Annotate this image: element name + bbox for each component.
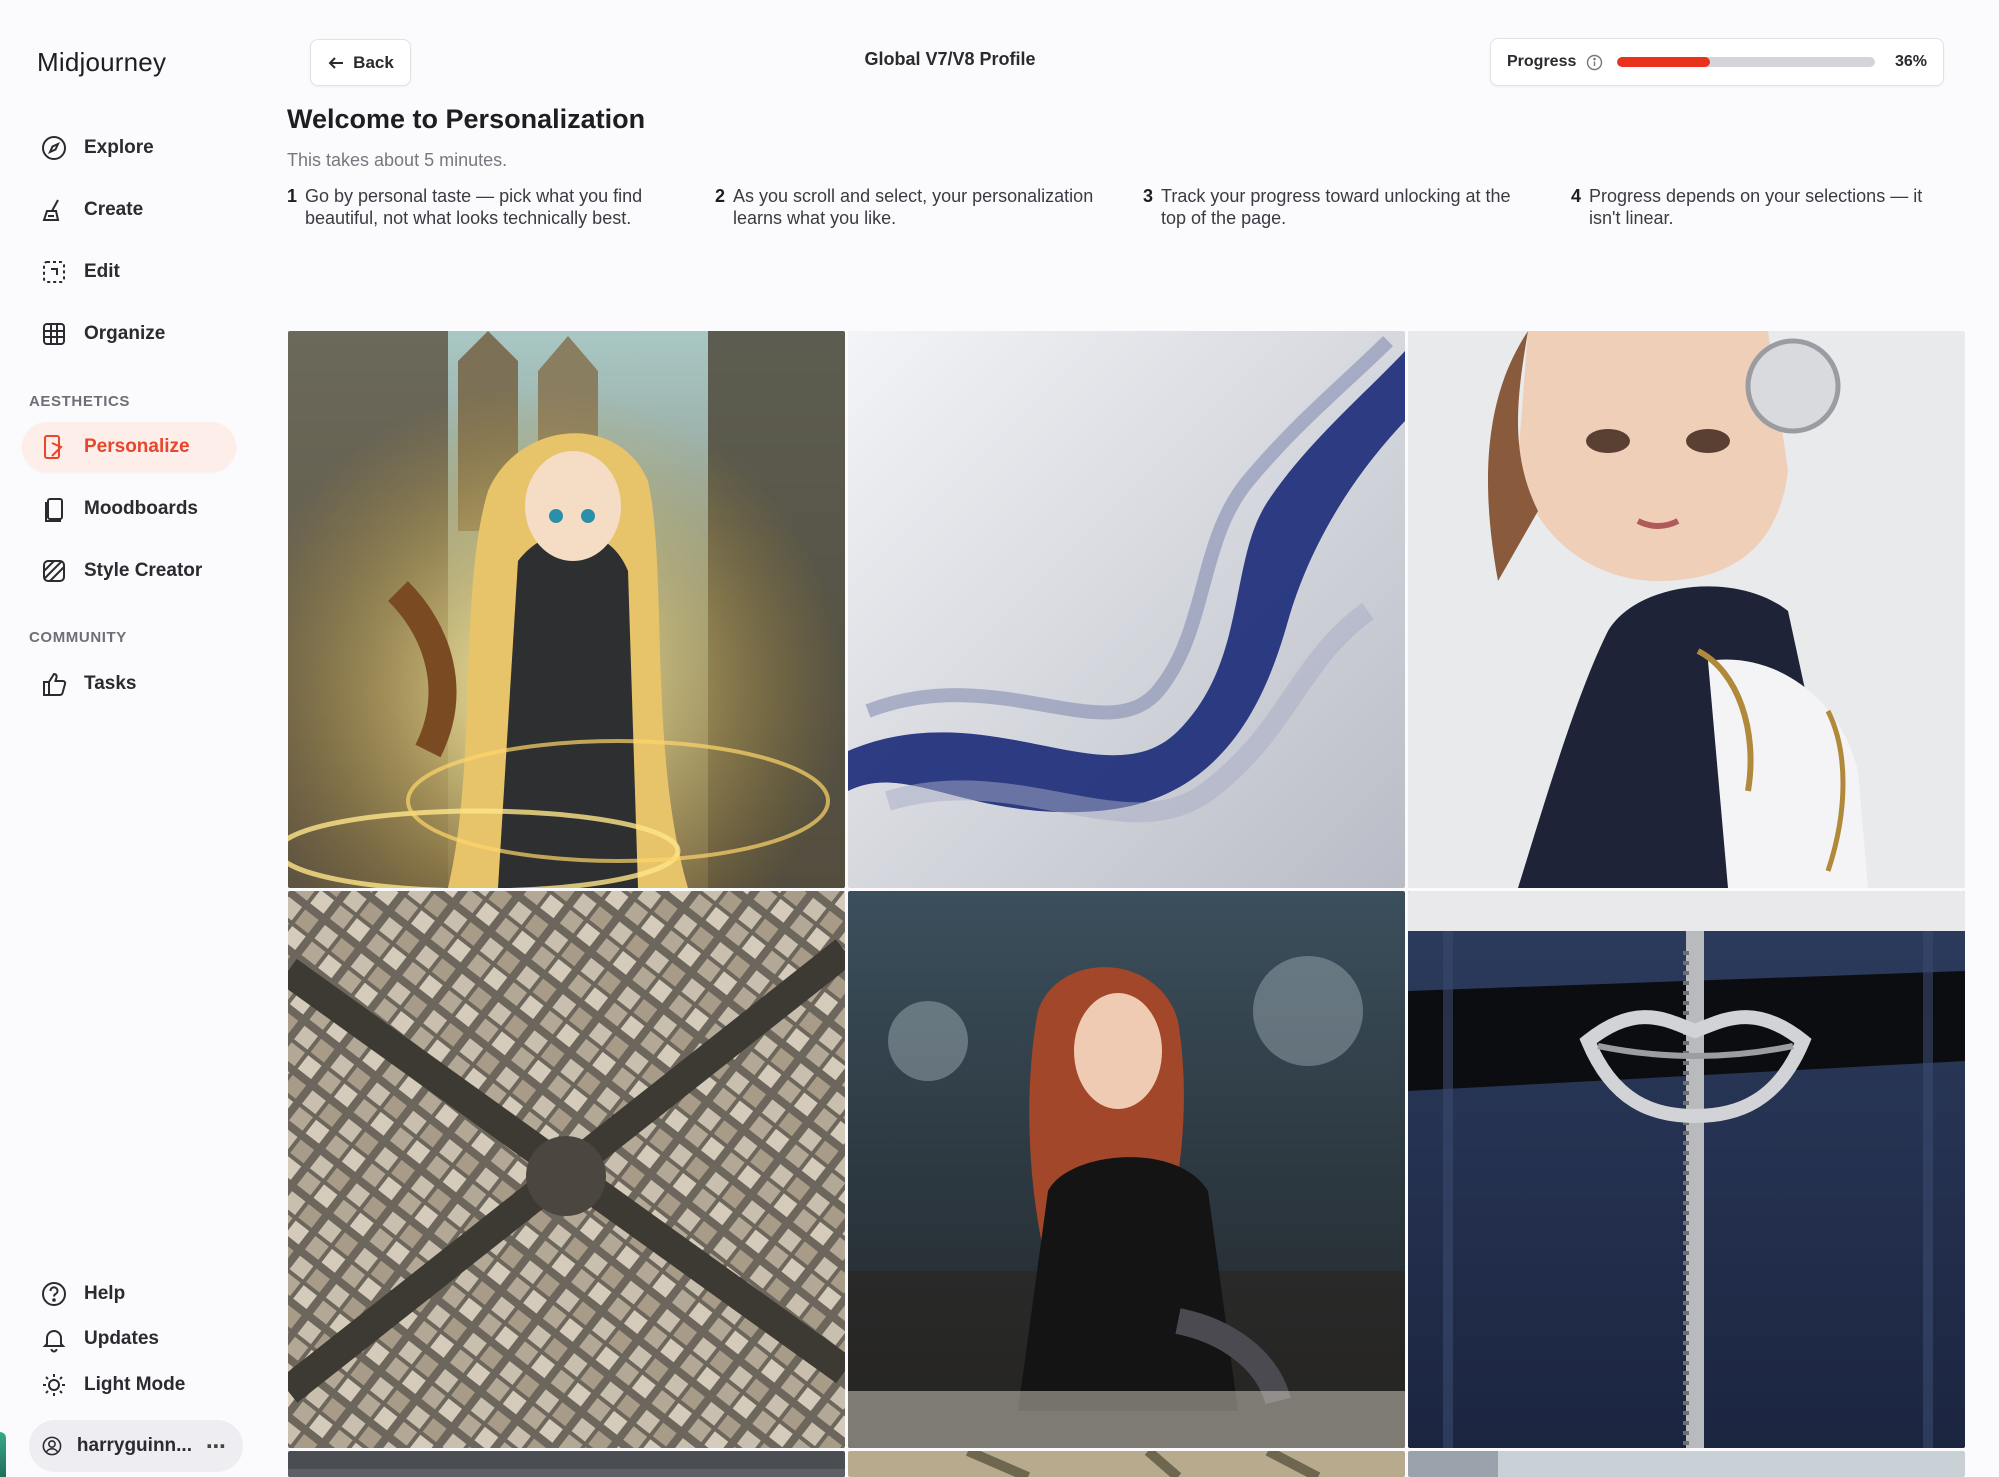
progress-bar bbox=[1617, 57, 1876, 67]
denim-lips-buckle-image[interactable] bbox=[1408, 891, 1965, 1448]
nav-personalize-label: Personalize bbox=[84, 436, 190, 457]
nav-moodboards-label: Moodboards bbox=[84, 498, 198, 519]
progress-label: Progress bbox=[1507, 53, 1577, 70]
step-text: Go by personal taste — pick what you fin… bbox=[305, 186, 643, 228]
step-text: As you scroll and select, your personali… bbox=[733, 186, 1094, 228]
compass-icon bbox=[42, 136, 66, 160]
nav-edit[interactable]: Edit bbox=[22, 247, 236, 297]
anime-violinist-image[interactable] bbox=[288, 331, 845, 888]
back-button[interactable]: Back bbox=[310, 39, 411, 86]
nav-organize[interactable]: Organize bbox=[22, 309, 236, 359]
step-number: 1 bbox=[287, 186, 298, 206]
nav-tasks-label: Tasks bbox=[84, 673, 137, 694]
more-options-icon[interactable]: ⋯ bbox=[206, 1434, 227, 1459]
user-avatar-icon bbox=[42, 1436, 62, 1456]
step-number: 4 bbox=[1571, 186, 1582, 206]
sidebar: Midjourney Explore Create Edit Organize … bbox=[0, 0, 265, 1477]
grid-icon bbox=[43, 323, 65, 345]
corner-accent bbox=[0, 1432, 6, 1477]
style-icon bbox=[43, 560, 65, 582]
step-2: 2 As you scroll and select, your persona… bbox=[715, 185, 1105, 229]
nav-style-creator-label: Style Creator bbox=[84, 560, 203, 581]
arrow-left-icon bbox=[328, 56, 344, 69]
edit-icon bbox=[43, 261, 65, 283]
step-1: 1 Go by personal taste — pick what you f… bbox=[287, 185, 687, 229]
nav-updates[interactable]: Updates bbox=[22, 1315, 236, 1363]
step-number: 2 bbox=[715, 186, 726, 206]
aerial-city-image[interactable] bbox=[288, 891, 845, 1448]
step-text: Progress depends on your selections — it… bbox=[1589, 186, 1923, 228]
brand-logo[interactable]: Midjourney bbox=[37, 47, 166, 78]
help-icon bbox=[42, 1282, 66, 1306]
section-community: COMMUNITY bbox=[29, 629, 127, 646]
step-4: 4 Progress depends on your selections — … bbox=[1571, 185, 1931, 229]
nav-help-label: Help bbox=[84, 1283, 126, 1304]
progress-value: 36% bbox=[1894, 53, 1927, 70]
step-3: 3 Track your progress toward unlocking a… bbox=[1143, 185, 1523, 229]
user-account-button[interactable]: harryguinn... ⋯ bbox=[29, 1420, 243, 1472]
android-girl-image[interactable] bbox=[1408, 331, 1965, 888]
nav-explore-label: Explore bbox=[84, 137, 154, 158]
nav-light-mode-label: Light Mode bbox=[84, 1374, 186, 1395]
nav-personalize[interactable]: Personalize bbox=[22, 422, 236, 472]
gallery-image-8[interactable] bbox=[848, 1451, 1405, 1477]
nav-moodboards[interactable]: Moodboards bbox=[22, 484, 236, 534]
nav-updates-label: Updates bbox=[84, 1328, 159, 1349]
nav-light-mode[interactable]: Light Mode bbox=[22, 1361, 236, 1409]
redhead-woman-image[interactable] bbox=[848, 891, 1405, 1448]
gallery-image-7[interactable] bbox=[288, 1451, 845, 1477]
thumbs-up-icon bbox=[43, 672, 67, 696]
step-text: Track your progress toward unlocking at … bbox=[1161, 186, 1511, 228]
progress-bar-fill bbox=[1617, 57, 1711, 67]
progress-indicator: Progress 36% bbox=[1490, 38, 1944, 86]
bell-icon bbox=[42, 1330, 66, 1353]
step-number: 3 bbox=[1143, 186, 1154, 206]
user-name: harryguinn... bbox=[76, 1435, 192, 1456]
moodboard-icon bbox=[45, 498, 63, 522]
profile-title[interactable]: Global V7/V8 Profile bbox=[760, 49, 1140, 70]
nav-edit-label: Edit bbox=[84, 261, 120, 282]
nav-tasks[interactable]: Tasks bbox=[22, 659, 236, 709]
nav-style-creator[interactable]: Style Creator bbox=[22, 546, 236, 596]
back-button-label: Back bbox=[353, 52, 394, 72]
sun-icon bbox=[43, 1374, 65, 1396]
gallery-image-9[interactable] bbox=[1408, 1451, 1965, 1477]
brush-icon bbox=[42, 199, 60, 221]
blue-wave-abstract-image[interactable] bbox=[848, 331, 1405, 888]
personalize-icon bbox=[44, 435, 63, 459]
nav-explore[interactable]: Explore bbox=[22, 123, 236, 173]
nav-create[interactable]: Create bbox=[22, 185, 236, 235]
section-aesthetics: AESTHETICS bbox=[29, 393, 131, 410]
info-icon[interactable] bbox=[1586, 54, 1603, 71]
nav-help[interactable]: Help bbox=[22, 1270, 236, 1318]
page-title: Welcome to Personalization bbox=[287, 104, 646, 134]
nav-create-label: Create bbox=[84, 199, 144, 220]
nav-organize-label: Organize bbox=[84, 323, 166, 344]
page-subtitle: This takes about 5 minutes. bbox=[287, 150, 508, 170]
